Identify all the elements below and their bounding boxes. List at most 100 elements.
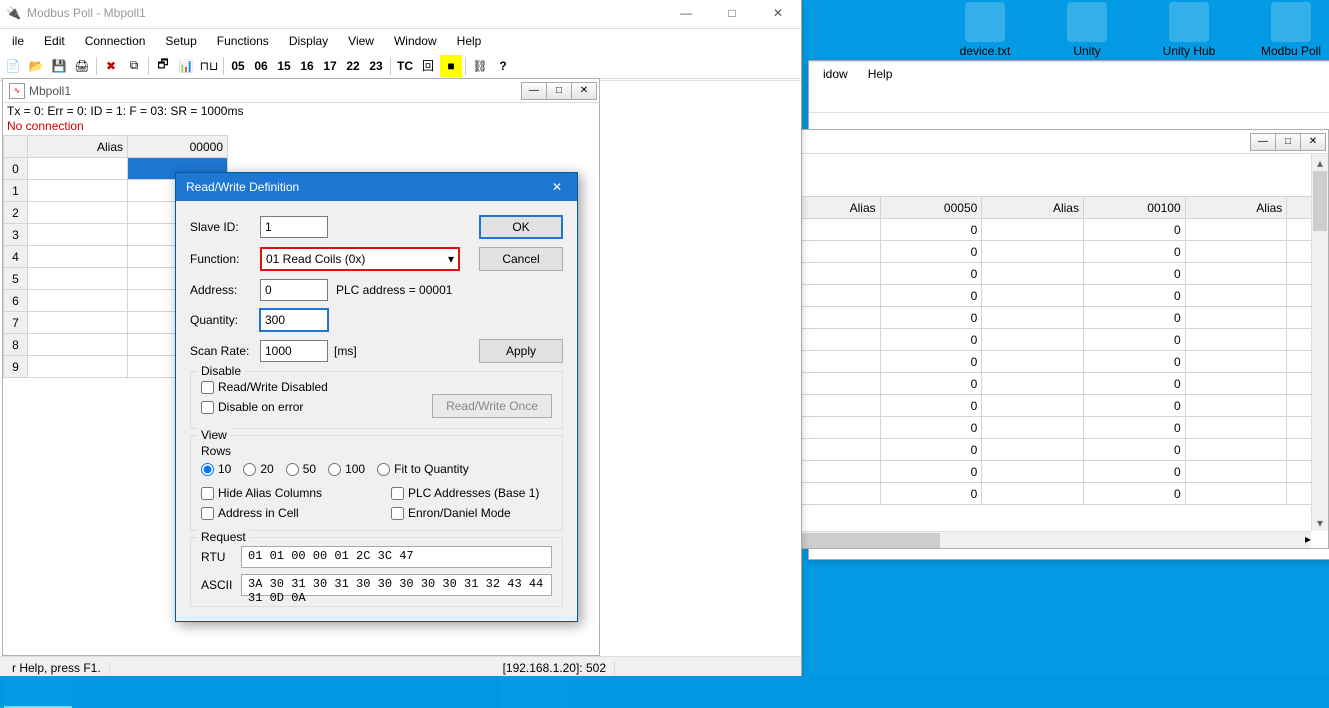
tool-15[interactable]: 15	[273, 55, 295, 77]
rowhead[interactable]: 9	[4, 356, 28, 378]
taskbar-item-2[interactable]	[500, 676, 568, 708]
check-enron[interactable]: Enron/Daniel Mode	[391, 506, 539, 520]
tool-connect[interactable]: 🗗	[152, 55, 174, 77]
menu-setup[interactable]: Setup	[155, 31, 206, 51]
radio-100[interactable]: 100	[328, 462, 365, 476]
check-hidealias[interactable]: Hide Alias Columns	[201, 486, 379, 500]
tool-05[interactable]: 05	[227, 55, 249, 77]
second-toolbar[interactable]	[809, 85, 1329, 113]
cell-val[interactable]: 0	[1083, 263, 1185, 285]
rowhead[interactable]: 3	[4, 224, 28, 246]
tool-traffic[interactable]: 📊	[175, 55, 197, 77]
cell-val[interactable]: 0	[880, 285, 982, 307]
child2-min[interactable]: —	[1250, 133, 1276, 151]
cell-alias[interactable]	[28, 312, 128, 334]
tool-06[interactable]: 06	[250, 55, 272, 77]
taskbar[interactable]	[0, 676, 1329, 708]
input-quantity[interactable]	[260, 309, 328, 331]
tool-lamp[interactable]: ■	[440, 55, 462, 77]
check-addrcell[interactable]: Address in Cell	[201, 506, 379, 520]
rowhead[interactable]: 1	[4, 180, 28, 202]
menu-functions[interactable]: Functions	[207, 31, 279, 51]
rowhead[interactable]: 6	[4, 290, 28, 312]
rowhead[interactable]: 5	[4, 268, 28, 290]
grid2-hscroll[interactable]: ▸	[780, 531, 1311, 548]
child1-max[interactable]: □	[546, 82, 572, 100]
tool-chart[interactable]: 回	[417, 55, 439, 77]
cell-val[interactable]: 0	[1083, 285, 1185, 307]
main-toolbar[interactable]: 📄 📂 💾 🖨 ✖ ⧉ 🗗 📊 ⊓⊔ 05 06 15 16 17 22 23 …	[0, 53, 801, 79]
menu-connection[interactable]: Connection	[75, 31, 156, 51]
menu-window2[interactable]: idow	[813, 64, 858, 84]
tool-22[interactable]: 22	[342, 55, 364, 77]
cell-val[interactable]: 0	[880, 417, 982, 439]
tool-copy[interactable]: ⧉	[123, 55, 145, 77]
menu-display[interactable]: Display	[279, 31, 338, 51]
radio-20[interactable]: 20	[243, 462, 273, 476]
cell-val[interactable]: 0	[880, 439, 982, 461]
tool-save[interactable]: 💾	[48, 55, 70, 77]
dlg-close[interactable]: ✕	[537, 173, 577, 201]
ok-button[interactable]: OK	[479, 215, 563, 239]
input-address[interactable]	[260, 279, 328, 301]
cell-val[interactable]: 0	[880, 219, 982, 241]
child2-close[interactable]: ✕	[1300, 133, 1326, 151]
cell-val[interactable]: 0	[1083, 351, 1185, 373]
rowhead[interactable]: 7	[4, 312, 28, 334]
cell-val[interactable]: 0	[880, 263, 982, 285]
tool-23[interactable]: 23	[365, 55, 387, 77]
cell-val[interactable]: 0	[1083, 395, 1185, 417]
menu-help[interactable]: Help	[447, 31, 492, 51]
tool-tc[interactable]: TC	[394, 55, 416, 77]
child1-min[interactable]: —	[521, 82, 547, 100]
tool-16[interactable]: 16	[296, 55, 318, 77]
menu-help2[interactable]: Help	[858, 64, 903, 84]
rowhead[interactable]: 8	[4, 334, 28, 356]
cell-alias[interactable]	[28, 334, 128, 356]
select-function[interactable]: 01 Read Coils (0x)▾	[260, 247, 460, 271]
min-button[interactable]: —	[663, 0, 709, 28]
check-disableerr[interactable]: Disable on error	[201, 400, 328, 414]
tool-cut[interactable]: ✖	[100, 55, 122, 77]
taskbar-item-modbus[interactable]	[4, 676, 72, 708]
input-slave[interactable]	[260, 216, 328, 238]
second-menubar[interactable]: idow Help	[809, 61, 1329, 85]
tool-new[interactable]: 📄	[2, 55, 24, 77]
cell-val[interactable]: 0	[880, 461, 982, 483]
cell-val[interactable]: 0	[1083, 307, 1185, 329]
cell-val[interactable]: 0	[1083, 329, 1185, 351]
cell-val[interactable]: 0	[1083, 461, 1185, 483]
cell-alias[interactable]	[28, 268, 128, 290]
cell-alias[interactable]	[28, 202, 128, 224]
tool-print[interactable]: 🖨	[71, 55, 93, 77]
max-button[interactable]: □	[709, 0, 755, 28]
child2-max[interactable]: □	[1275, 133, 1301, 151]
tool-pulse[interactable]: ⊓⊔	[198, 55, 220, 77]
radio-50[interactable]: 50	[286, 462, 316, 476]
apply-button[interactable]: Apply	[479, 339, 563, 363]
rowhead[interactable]: 2	[4, 202, 28, 224]
cell-alias[interactable]	[28, 180, 128, 202]
cell-alias[interactable]	[28, 246, 128, 268]
menu-window[interactable]: Window	[384, 31, 447, 51]
main-menubar[interactable]: ile Edit Connection Setup Functions Disp…	[0, 29, 801, 53]
tool-help[interactable]: ?	[492, 55, 514, 77]
cell-val[interactable]: 0	[1083, 219, 1185, 241]
cell-val[interactable]: 0	[1083, 417, 1185, 439]
cell-val[interactable]: 0	[880, 329, 982, 351]
input-scanrate[interactable]	[260, 340, 328, 362]
check-rwdisabled[interactable]: Read/Write Disabled	[201, 380, 328, 394]
cell-val[interactable]: 0	[1083, 241, 1185, 263]
tool-simulate[interactable]: ⛓	[469, 55, 491, 77]
check-plcbase1[interactable]: PLC Addresses (Base 1)	[391, 486, 539, 500]
cell-alias[interactable]	[28, 290, 128, 312]
menu-edit[interactable]: Edit	[34, 31, 75, 51]
cancel-button[interactable]: Cancel	[479, 247, 563, 271]
cell-alias[interactable]	[28, 224, 128, 246]
radio-fit[interactable]: Fit to Quantity	[377, 462, 469, 476]
cell-val[interactable]: 0	[880, 395, 982, 417]
child1-close[interactable]: ✕	[571, 82, 597, 100]
menu-file[interactable]: ile	[2, 31, 34, 51]
cell-val[interactable]: 0	[880, 241, 982, 263]
rowhead[interactable]: 4	[4, 246, 28, 268]
